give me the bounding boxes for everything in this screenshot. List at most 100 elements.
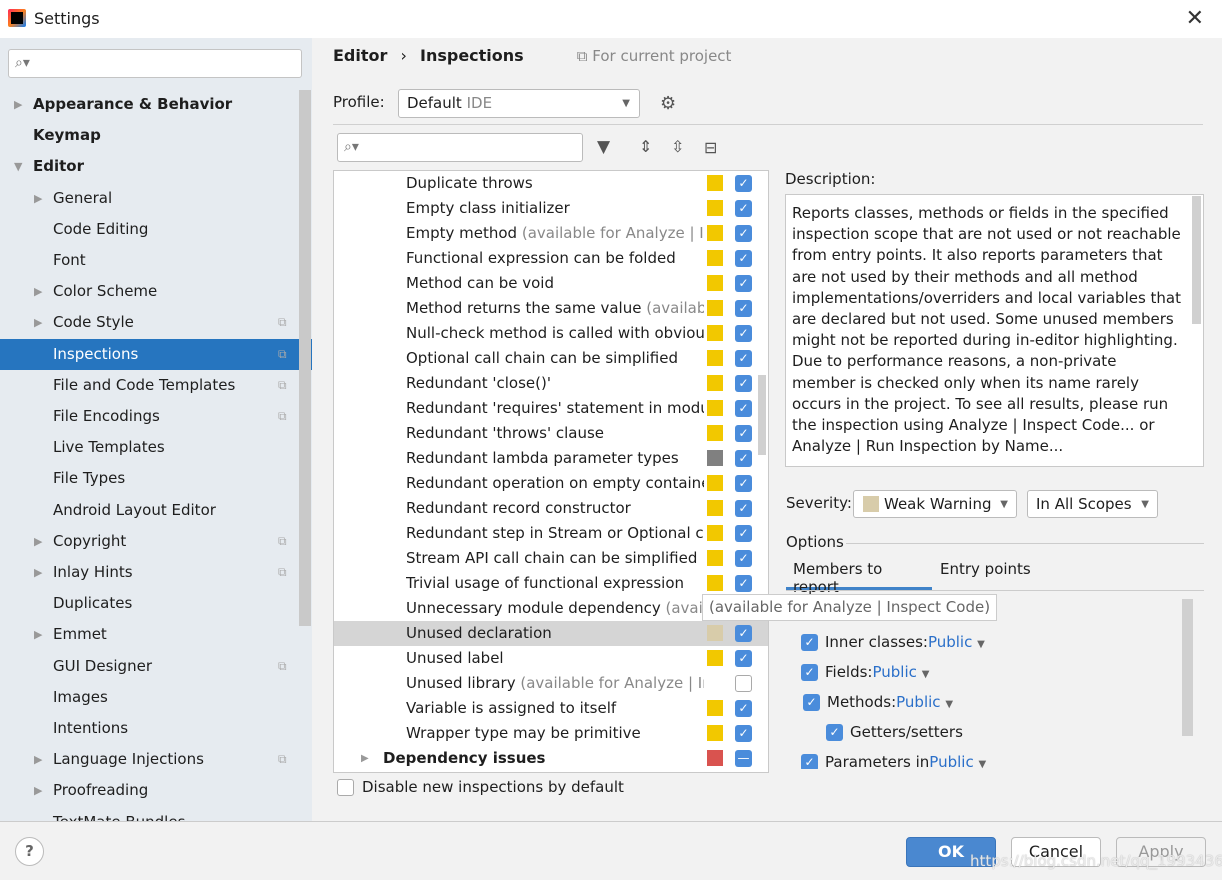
inspection-row[interactable]: Method can be void ✓ [334,271,768,296]
sidebar-item-android-layout-editor[interactable]: Android Layout Editor [0,495,298,526]
collapsed-arrow-icon[interactable]: ▶ [34,307,42,338]
inspection-row[interactable]: Unused library (available for Analyze | … [334,671,768,696]
severity-dropdown[interactable]: Weak Warning ▼ [853,490,1017,518]
sidebar-item-general[interactable]: ▶ General [0,183,298,214]
option-visibility-dropdown[interactable]: Public [928,633,972,651]
sidebar-item-proofreading[interactable]: ▶ Proofreading [0,775,298,806]
sidebar-item-file-types[interactable]: File Types [0,463,298,494]
inspection-row[interactable]: Trivial usage of functional expression ✓ [334,571,768,596]
inspection-row[interactable]: Redundant record constructor ✓ [334,496,768,521]
option-checkbox[interactable]: ✓ [803,694,820,711]
sidebar-item-code-style[interactable]: ▶ Code Style ⧉ [0,307,298,338]
option-parameters-in[interactable]: ✓ Parameters inPublic ▼ [801,753,1101,769]
filter-icon[interactable]: ▼ [597,137,610,157]
collapsed-arrow-icon[interactable]: ▶ [14,89,22,120]
option-visibility-dropdown[interactable]: Public [929,753,973,769]
description-scrollbar[interactable] [1192,196,1201,324]
option-visibility-dropdown[interactable]: Public [896,693,940,711]
inspection-row[interactable]: Functional expression can be folded ✓ [334,246,768,271]
inspection-checkbox[interactable]: ✓ [735,225,752,242]
inspection-checkbox[interactable]: ✓ [735,525,752,542]
inspection-checkbox[interactable]: ✓ [735,575,752,592]
inspection-row[interactable]: Wrapper type may be primitive ✓ [334,721,768,746]
collapsed-arrow-icon[interactable]: ▶ [34,276,42,307]
inspection-row[interactable]: Duplicate throws ✓ [334,171,768,196]
inspection-checkbox[interactable]: ✓ [735,650,752,667]
inspection-checkbox[interactable]: ✓ [735,375,752,392]
scope-dropdown[interactable]: In All Scopes ▼ [1027,490,1158,518]
tab-members-to-report[interactable]: Members to report [786,556,932,596]
tree-scrollbar[interactable] [758,375,766,455]
collapsed-arrow-icon[interactable]: ▶ [34,557,42,588]
inspection-row[interactable]: Redundant 'requires' statement in module… [334,396,768,421]
close-icon[interactable]: ✕ [1186,6,1204,31]
sidebar-item-appearance-behavior[interactable]: ▶ Appearance & Behavior [0,89,298,120]
option-checkbox[interactable]: ✓ [801,754,818,769]
inspection-checkbox[interactable]: ✓ [735,325,752,342]
inspection-row[interactable]: Redundant 'throws' clause ✓ [334,421,768,446]
group-row[interactable]: ▶ Dependency issues — [334,746,768,771]
inspection-checkbox[interactable]: ✓ [735,300,752,317]
inspection-checkbox[interactable]: ✓ [735,500,752,517]
sidebar-item-keymap[interactable]: Keymap [0,120,298,151]
gear-icon[interactable]: ⚙ [660,93,676,114]
collapsed-arrow-icon[interactable]: ▶ [34,744,42,775]
tab-entry-points[interactable]: Entry points [940,560,1031,578]
sidebar-search-input[interactable]: ⌕▾ [8,49,302,78]
inspection-checkbox[interactable]: ✓ [735,625,752,642]
inspection-checkbox[interactable]: ✓ [735,550,752,567]
profile-dropdown[interactable]: Default IDE ▼ [398,89,640,118]
sidebar-item-copyright[interactable]: ▶ Copyright ⧉ [0,526,298,557]
sidebar-item-color-scheme[interactable]: ▶ Color Scheme [0,276,298,307]
inspection-checkbox[interactable]: ✓ [735,200,752,217]
collapsed-arrow-icon[interactable]: ▶ [34,526,42,557]
inspection-checkbox[interactable]: ✓ [735,175,752,192]
sidebar-item-duplicates[interactable]: Duplicates [0,588,298,619]
option-inner-classes[interactable]: ✓ Inner classes:Public ▼ [801,633,1101,655]
group-checkbox[interactable]: — [735,750,752,767]
breadcrumb-editor[interactable]: Editor [333,46,387,65]
expand-all-icon[interactable]: ⇕ [639,137,652,156]
inspection-row[interactable]: Unused declaration ✓ [334,621,768,646]
inspection-checkbox[interactable]: ✓ [735,350,752,367]
sidebar-item-file-and-code-templates[interactable]: File and Code Templates ⧉ [0,370,298,401]
inspection-checkbox[interactable]: ✓ [735,450,752,467]
collapsed-arrow-icon[interactable]: ▶ [361,746,369,771]
inspection-checkbox[interactable]: ✓ [735,700,752,717]
inspection-row[interactable]: Null-check method is called with obvious… [334,321,768,346]
inspection-checkbox[interactable]: ✓ [735,475,752,492]
option-visibility-dropdown[interactable]: Public [873,663,917,681]
inspection-checkbox[interactable]: ✓ [735,275,752,292]
inspection-row[interactable]: Redundant step in Stream or Optional cal… [334,521,768,546]
inspection-row[interactable]: Redundant operation on empty container ✓ [334,471,768,496]
option-getters-setters[interactable]: ✓ Getters/setters [826,723,1126,745]
option-checkbox[interactable]: ✓ [801,664,818,681]
inspection-search-input[interactable]: ⌕▾ [337,133,583,162]
sidebar-item-intentions[interactable]: Intentions [0,713,298,744]
help-button[interactable]: ? [15,837,44,866]
sidebar-item-language-injections[interactable]: ▶ Language Injections ⧉ [0,744,298,775]
inspection-row[interactable]: Unused label ✓ [334,646,768,671]
sidebar-item-editor[interactable]: ▼ Editor [0,151,298,182]
inspection-row[interactable]: Method returns the same value (available… [334,296,768,321]
inspection-checkbox[interactable]: ✓ [735,250,752,267]
disable-new-checkbox[interactable] [337,779,354,796]
inspection-checkbox[interactable]: ✓ [735,400,752,417]
reset-icon[interactable]: ⊟ [704,138,717,157]
options-scrollbar[interactable] [1182,599,1193,736]
collapsed-arrow-icon[interactable]: ▶ [34,775,42,806]
inspection-row[interactable]: Redundant 'close()' ✓ [334,371,768,396]
expanded-arrow-icon[interactable]: ▼ [14,151,22,182]
sidebar-item-live-templates[interactable]: Live Templates [0,432,298,463]
sidebar-item-images[interactable]: Images [0,682,298,713]
inspection-row[interactable]: Empty class initializer ✓ [334,196,768,221]
inspection-row[interactable]: Empty method (available for Analyze | In… [334,221,768,246]
sidebar-item-gui-designer[interactable]: GUI Designer ⧉ [0,651,298,682]
inspection-row[interactable]: Stream API call chain can be simplified ✓ [334,546,768,571]
collapsed-arrow-icon[interactable]: ▶ [34,183,42,214]
sidebar-item-emmet[interactable]: ▶ Emmet [0,619,298,650]
sidebar-item-file-encodings[interactable]: File Encodings ⧉ [0,401,298,432]
sidebar-item-code-editing[interactable]: Code Editing [0,214,298,245]
inspection-row[interactable]: Variable is assigned to itself ✓ [334,696,768,721]
sidebar-item-inlay-hints[interactable]: ▶ Inlay Hints ⧉ [0,557,298,588]
